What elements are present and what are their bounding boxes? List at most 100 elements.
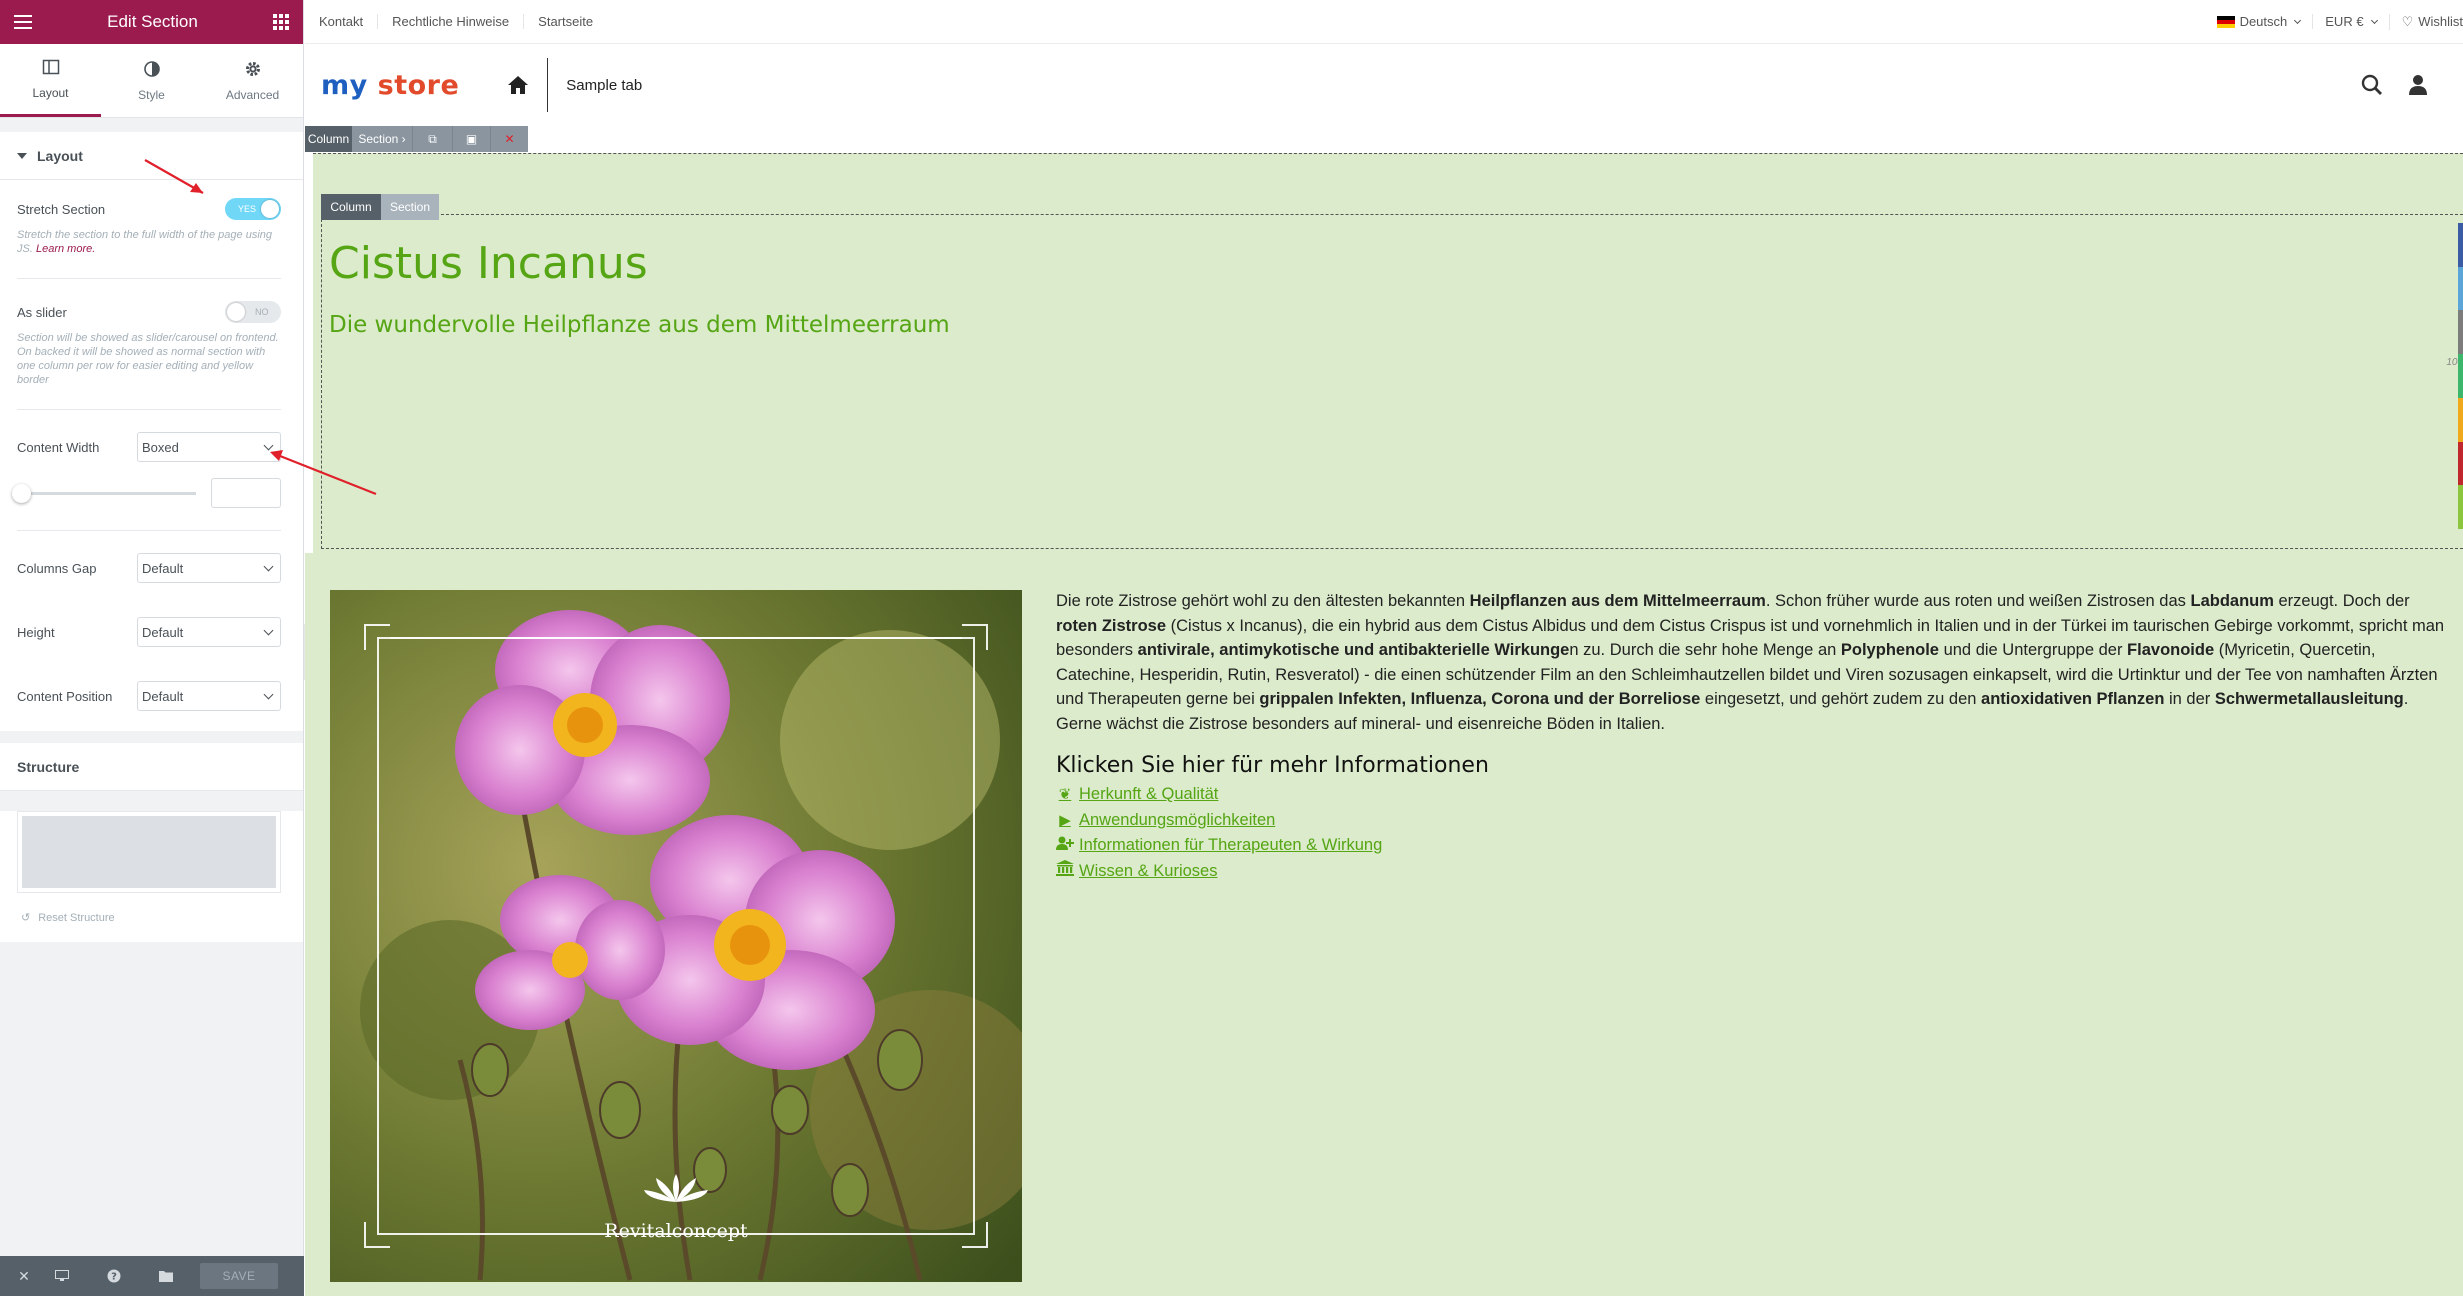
hero-subtitle: Die wundervolle Heilpflanze aus dem Mitt… bbox=[329, 312, 950, 338]
save-template-icon[interactable]: ▣ bbox=[452, 126, 490, 152]
panel-title: Edit Section bbox=[107, 12, 198, 31]
structure-section-header[interactable]: Structure bbox=[0, 743, 303, 791]
columns-gap-select[interactable]: Default bbox=[137, 553, 281, 583]
wishlist-label: Wishlist bbox=[2418, 14, 2463, 29]
content-position-select[interactable]: Default bbox=[137, 681, 281, 711]
tab-layout[interactable]: Layout bbox=[0, 44, 101, 117]
stretch-section-label: Stretch Section bbox=[17, 201, 106, 217]
nav-link-rechtliche-hinweise[interactable]: Rechtliche Hinweise bbox=[378, 14, 525, 29]
section-handle[interactable]: Section › bbox=[352, 126, 412, 152]
language-selector[interactable]: Deutsch bbox=[2205, 14, 2313, 29]
top-nav: Kontakt Rechtliche Hinweise Startseite bbox=[305, 14, 607, 29]
toggle-knob bbox=[227, 303, 245, 321]
hero-section[interactable]: Column Section Cistus Incanus Die wunder… bbox=[313, 153, 2463, 553]
bold-text-run: antioxidativen Pflanzen bbox=[1981, 690, 2165, 709]
gear-icon bbox=[245, 61, 260, 76]
content-width-slider[interactable] bbox=[12, 483, 196, 503]
heart-icon: ♡ bbox=[2401, 13, 2414, 29]
link-herkunft[interactable]: ❦ Herkunft & Qualität bbox=[1056, 782, 2455, 808]
text-run: eingesetzt, und gehört zudem zu den bbox=[1700, 690, 1982, 709]
folder-icon[interactable] bbox=[140, 1270, 192, 1282]
content-width-select[interactable]: Boxed bbox=[137, 432, 281, 462]
section-edit-handles: Column Section › ⧉ ▣ ✕ bbox=[305, 126, 528, 152]
chevron-down-icon bbox=[263, 561, 274, 571]
store-logo[interactable]: my store bbox=[321, 70, 459, 101]
columns-gap-control: Columns Gap Default bbox=[17, 553, 281, 583]
layout-section-header[interactable]: Layout bbox=[0, 132, 303, 180]
article-paragraph: Die rote Zistrose gehört wohl zu den ält… bbox=[1056, 589, 2455, 737]
link-wissen[interactable]: Wissen & Kurioses bbox=[1056, 859, 2455, 885]
section-handle[interactable]: Section bbox=[381, 194, 439, 220]
logo-my: my bbox=[321, 69, 368, 101]
menu-icon[interactable] bbox=[14, 15, 32, 29]
column-handle[interactable]: Column bbox=[321, 194, 381, 220]
search-icon[interactable] bbox=[2361, 74, 2383, 96]
bold-text-run: antivirale, antimykotische und antibakte… bbox=[1137, 641, 1570, 660]
color-picker-strip[interactable] bbox=[2458, 223, 2463, 530]
reset-structure-button[interactable]: ↺ Reset Structure bbox=[17, 893, 281, 942]
header-divider bbox=[547, 58, 549, 112]
bold-text-run: Polyphenole bbox=[1840, 641, 1939, 660]
close-icon[interactable]: ✕ bbox=[12, 1268, 36, 1285]
widgets-grid-icon[interactable] bbox=[272, 14, 289, 30]
home-icon[interactable] bbox=[507, 75, 529, 95]
bold-text-run: Labdanum bbox=[2190, 592, 2274, 610]
help-icon[interactable]: ? bbox=[88, 1269, 140, 1283]
columns-gap-value: Default bbox=[142, 560, 184, 576]
wishlist-link[interactable]: ♡ Wishlist bbox=[2388, 13, 2463, 30]
toggle-yes-label: YES bbox=[238, 204, 257, 214]
tab-style-label: Style bbox=[138, 87, 165, 102]
top-bar: Kontakt Rechtliche Hinweise Startseite D… bbox=[305, 0, 2463, 44]
slider-handle[interactable] bbox=[12, 483, 31, 503]
user-plus-icon bbox=[1056, 833, 1074, 859]
tab-advanced[interactable]: Advanced bbox=[202, 44, 303, 117]
more-info-heading: Klicken Sie hier für mehr Informationen bbox=[1056, 752, 1489, 778]
sample-tab[interactable]: Sample tab bbox=[566, 77, 642, 94]
article-column: Die rote Zistrose gehört wohl zu den ält… bbox=[1056, 589, 2455, 885]
chevron-down-icon bbox=[2370, 16, 2378, 24]
link-anwendung[interactable]: ▶ Anwendungsmöglichkeiten bbox=[1056, 808, 2455, 834]
height-label: Height bbox=[17, 624, 55, 640]
learn-more-link[interactable]: Learn more. bbox=[36, 243, 95, 255]
height-value: Default bbox=[142, 624, 184, 640]
nav-link-startseite[interactable]: Startseite bbox=[524, 14, 607, 29]
column-handle[interactable]: Column bbox=[305, 126, 352, 152]
editor-panel: Edit Section Layout Style Advanced Layou… bbox=[0, 0, 304, 1296]
divider bbox=[17, 278, 281, 279]
cistus-photo: Revitalconcept bbox=[330, 590, 1022, 1282]
delete-icon[interactable]: ✕ bbox=[490, 126, 528, 152]
duplicate-icon[interactable]: ⧉ bbox=[412, 126, 452, 152]
save-button[interactable]: SAVE bbox=[200, 1263, 278, 1289]
hero-title: Cistus Incanus bbox=[329, 238, 648, 289]
text-run: . Schon früher wurde aus roten und weiße… bbox=[1765, 592, 2191, 610]
content-position-control: Content Position Default bbox=[17, 681, 281, 711]
height-select[interactable]: Default bbox=[137, 617, 281, 647]
info-links: ❦ Herkunft & Qualität ▶ Anwendungsmöglic… bbox=[1056, 782, 2455, 884]
svg-text:?: ? bbox=[111, 1272, 117, 1283]
content-width-label: Content Width bbox=[17, 439, 100, 455]
section-handle-label: Section bbox=[358, 132, 399, 146]
panel-tabs: Layout Style Advanced bbox=[0, 44, 303, 118]
divider bbox=[17, 530, 281, 531]
content-section: Revitalconcept Die rote Zistrose gehört … bbox=[305, 553, 2463, 1296]
divider bbox=[17, 409, 281, 410]
user-icon[interactable] bbox=[2409, 74, 2427, 96]
contrast-icon bbox=[143, 60, 160, 77]
link-wissen-label: Wissen & Kurioses bbox=[1079, 861, 1218, 880]
structure-section-label: Structure bbox=[17, 758, 80, 775]
bold-text-run: Flavonoide bbox=[2127, 641, 2215, 660]
stretch-section-desc: Stretch the section to the full width of… bbox=[17, 228, 281, 256]
structure-preview[interactable] bbox=[17, 811, 281, 893]
text-run: n zu. Durch die sehr hohe Menge an bbox=[1569, 641, 1841, 660]
tab-style[interactable]: Style bbox=[101, 44, 202, 117]
content-width-number-input[interactable] bbox=[211, 478, 281, 508]
toggle-knob bbox=[261, 200, 279, 218]
tab-advanced-label: Advanced bbox=[225, 87, 280, 102]
as-slider-toggle[interactable]: NO bbox=[225, 301, 281, 323]
desktop-icon[interactable] bbox=[36, 1270, 88, 1282]
link-therapeuten[interactable]: Informationen für Therapeuten & Wirkung bbox=[1056, 833, 2455, 859]
stretch-section-toggle[interactable]: YES bbox=[225, 198, 281, 220]
nav-link-kontakt[interactable]: Kontakt bbox=[305, 14, 379, 29]
structure-preset[interactable] bbox=[22, 816, 276, 888]
currency-selector[interactable]: EUR € bbox=[2312, 14, 2388, 29]
